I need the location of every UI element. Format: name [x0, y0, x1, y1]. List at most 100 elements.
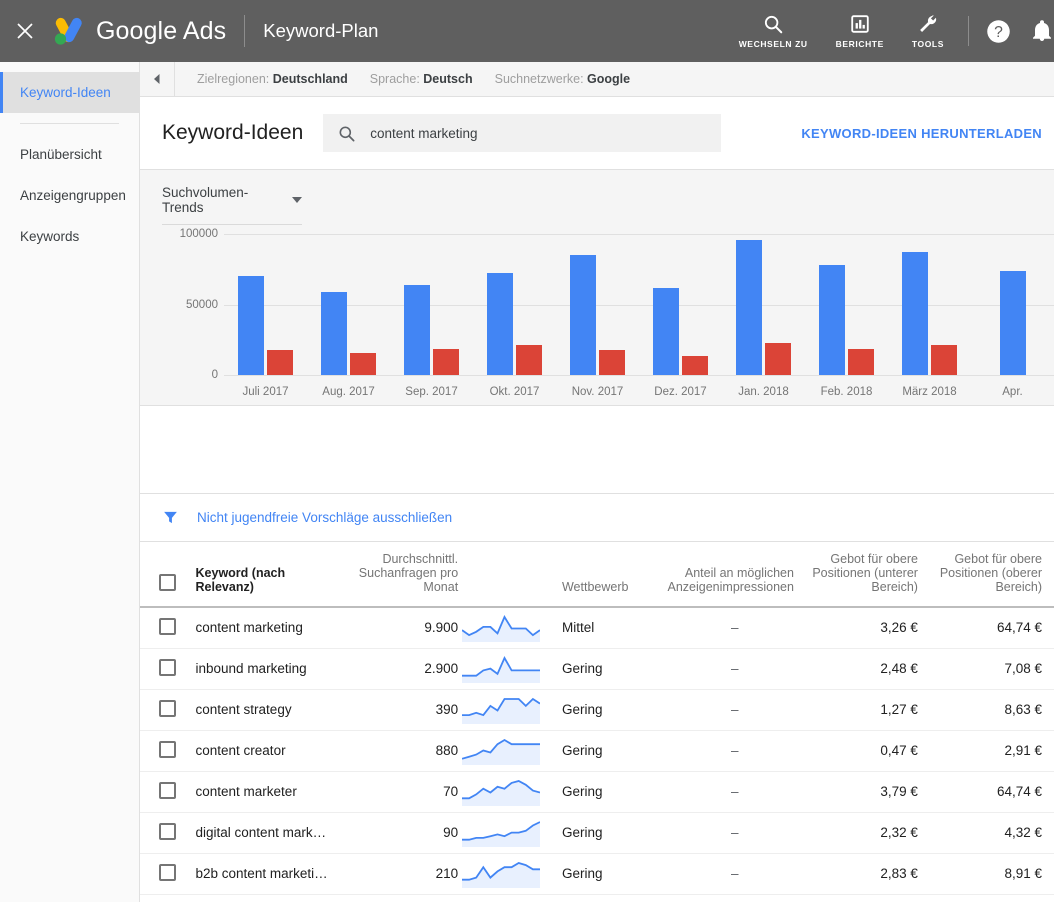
table-row[interactable]: digital content mark… 90 Gering –2,32 €4,32… — [140, 812, 1054, 854]
chart-bar-mobil[interactable] — [487, 273, 513, 375]
chart-bar-mobil[interactable] — [819, 265, 845, 375]
chart-x-tick-label: März 2018 — [902, 386, 957, 398]
chart-bar-mobil[interactable] — [570, 255, 596, 375]
cell-competition: Gering — [549, 812, 668, 854]
column-header-competition[interactable]: Wettbewerb — [549, 542, 668, 608]
search-input-value: content marketing — [370, 125, 478, 141]
exclude-adult-suggestions-link[interactable]: Nicht jugendfreie Vorschläge ausschließe… — [197, 510, 452, 525]
collapse-panel-button[interactable] — [140, 61, 175, 97]
cell-impression-share: – — [667, 771, 802, 813]
sidebar-item-anzeigengruppen[interactable]: Anzeigengruppen — [0, 175, 139, 216]
cell-competition: Gering — [549, 771, 668, 813]
chart-bar-mobil[interactable] — [653, 287, 679, 375]
row-checkbox[interactable] — [159, 781, 177, 799]
reports-label: BERICHTE — [835, 39, 884, 49]
table-row[interactable]: content strategy 390 Gering –1,27 €8,63 € — [140, 689, 1054, 731]
chart-bar-mobil[interactable] — [238, 276, 264, 375]
table-row[interactable]: b2b content marketi… 210 Gering –2,83 €8,91… — [140, 853, 1054, 895]
chart-bar-computer[interactable] — [350, 353, 376, 375]
table-row[interactable]: content marketing 9.900 Mittel –3,26 €64,74… — [140, 607, 1054, 649]
chart-bar-group[interactable]: Nov. 2017 — [556, 237, 639, 398]
cell-bid-high: 64,74 € — [927, 771, 1054, 813]
row-checkbox[interactable] — [159, 740, 177, 758]
table-row[interactable]: content creator 880 Gering –0,47 €2,91 € — [140, 730, 1054, 772]
row-checkbox-cell — [140, 689, 196, 731]
chevron-down-icon — [292, 197, 302, 203]
filter-chip-locations[interactable]: Zielregionen: Deutschland — [197, 72, 348, 86]
filter-chip-label: Suchnetzwerke: — [494, 72, 584, 86]
cell-bid-low: 3,26 € — [801, 607, 928, 649]
cell-impression-share: – — [667, 730, 802, 772]
search-icon — [765, 15, 783, 34]
cell-keyword: content strategy — [195, 689, 333, 731]
column-header-impression-share[interactable]: Anteil an möglichen Anzeigenimpressionen — [667, 542, 802, 608]
chart-bar-computer[interactable] — [516, 345, 542, 375]
cell-impression-share: – — [667, 853, 802, 895]
chart-bar-group[interactable]: Jan. 2018 — [722, 237, 805, 398]
sidebar-item-planuebersicht[interactable]: Planübersicht — [0, 134, 139, 175]
chart-bar-group[interactable]: Aug. 2017 — [307, 237, 390, 398]
cell-competition: Gering — [549, 853, 668, 895]
switch-to-button[interactable]: WECHSELN ZU — [725, 0, 822, 62]
help-button[interactable]: ? — [985, 18, 1012, 45]
sidebar-item-keyword-ideen[interactable]: Keyword-Ideen — [0, 72, 139, 113]
column-header-avg-searches[interactable]: Durchschnittl. Suchanfragen pro Monat — [332, 542, 459, 608]
chart-bar-computer[interactable] — [765, 343, 791, 375]
close-button[interactable] — [0, 0, 50, 62]
tools-button[interactable]: TOOLS — [898, 0, 958, 62]
table-filter-row: Nicht jugendfreie Vorschläge ausschließe… — [140, 494, 1054, 542]
row-checkbox[interactable] — [159, 617, 177, 635]
chart-bar-group[interactable]: Sep. 2017 — [390, 237, 473, 398]
row-checkbox[interactable] — [159, 699, 177, 717]
column-header-bid-high[interactable]: Gebot für obere Positionen (oberer Berei… — [927, 542, 1054, 608]
chart-metric-select[interactable]: Suchvolumen-Trends — [162, 185, 302, 225]
cell-keyword: content marketer — [195, 771, 333, 813]
cell-bid-low: 2,32 € — [801, 812, 928, 854]
chart-x-tick-label: Dez. 2017 — [654, 386, 707, 398]
notifications-button[interactable] — [1030, 19, 1054, 43]
filter-funnel-icon[interactable] — [162, 509, 179, 526]
row-checkbox-cell — [140, 607, 196, 649]
row-checkbox[interactable] — [159, 822, 177, 840]
chart-bar-mobil[interactable] — [321, 291, 347, 375]
chart-bar-group[interactable]: März 2018 — [888, 237, 971, 398]
chart-bar-group[interactable]: Feb. 2018 — [805, 237, 888, 398]
chart-x-tick-label: Okt. 2017 — [489, 386, 540, 398]
sidebar-item-keywords[interactable]: Keywords — [0, 216, 139, 257]
chart-bar-group[interactable]: Dez. 2017 — [639, 237, 722, 398]
reports-button[interactable]: BERICHTE — [822, 0, 898, 62]
cell-bid-low: 3,79 € — [801, 771, 928, 813]
chart-bar-computer[interactable] — [433, 348, 459, 375]
sparkline-icon — [462, 738, 541, 765]
table-body: content marketing 9.900 Mittel –3,26 €64,74… — [140, 607, 1054, 895]
row-checkbox[interactable] — [159, 863, 177, 881]
table-row[interactable]: inbound marketing 2.900 Gering –2,48 €7,08 … — [140, 648, 1054, 690]
column-header-bid-low[interactable]: Gebot für obere Positionen (unterer Bere… — [801, 542, 928, 608]
targeting-filter-bar: Zielregionen: Deutschland Sprache: Deuts… — [140, 61, 1054, 97]
select-all-checkbox[interactable] — [159, 574, 177, 591]
chart-bar-mobil[interactable] — [736, 239, 762, 375]
filter-chip-value: Deutsch — [423, 72, 473, 86]
chart-bar-computer[interactable] — [682, 355, 708, 375]
download-keyword-ideas-link[interactable]: KEYWORD-IDEEN HERUNTERLADEN — [801, 126, 1042, 141]
row-checkbox[interactable] — [159, 658, 177, 676]
column-header-keyword[interactable]: Keyword (nach Relevanz) — [195, 542, 333, 608]
chart-bar-computer[interactable] — [267, 349, 293, 375]
chart-bar-computer[interactable] — [599, 349, 625, 375]
filter-chip-networks[interactable]: Suchnetzwerke: Google — [495, 72, 630, 86]
chart-bar-mobil[interactable] — [902, 252, 928, 375]
cell-sparkline — [458, 648, 550, 690]
chart-bar-group[interactable]: Juli 2017 — [224, 237, 307, 398]
chart-bar-group[interactable]: Apr. — [971, 237, 1054, 398]
chart-bar-mobil[interactable] — [404, 284, 430, 375]
chart-bar-computer[interactable] — [848, 348, 874, 375]
cell-impression-share: – — [667, 607, 802, 649]
chart-bar-computer[interactable] — [931, 345, 957, 375]
chart-x-tick-label: Apr. — [1002, 386, 1023, 398]
keyword-search-input[interactable]: content marketing — [323, 114, 722, 152]
chart-bar-mobil[interactable] — [999, 270, 1026, 375]
table-row[interactable]: content marketer 70 Gering –3,79 €64,74 € — [140, 771, 1054, 813]
brand-name: Google Ads — [96, 16, 227, 45]
chart-bar-group[interactable]: Okt. 2017 — [473, 237, 556, 398]
filter-chip-language[interactable]: Sprache: Deutsch — [370, 72, 473, 86]
